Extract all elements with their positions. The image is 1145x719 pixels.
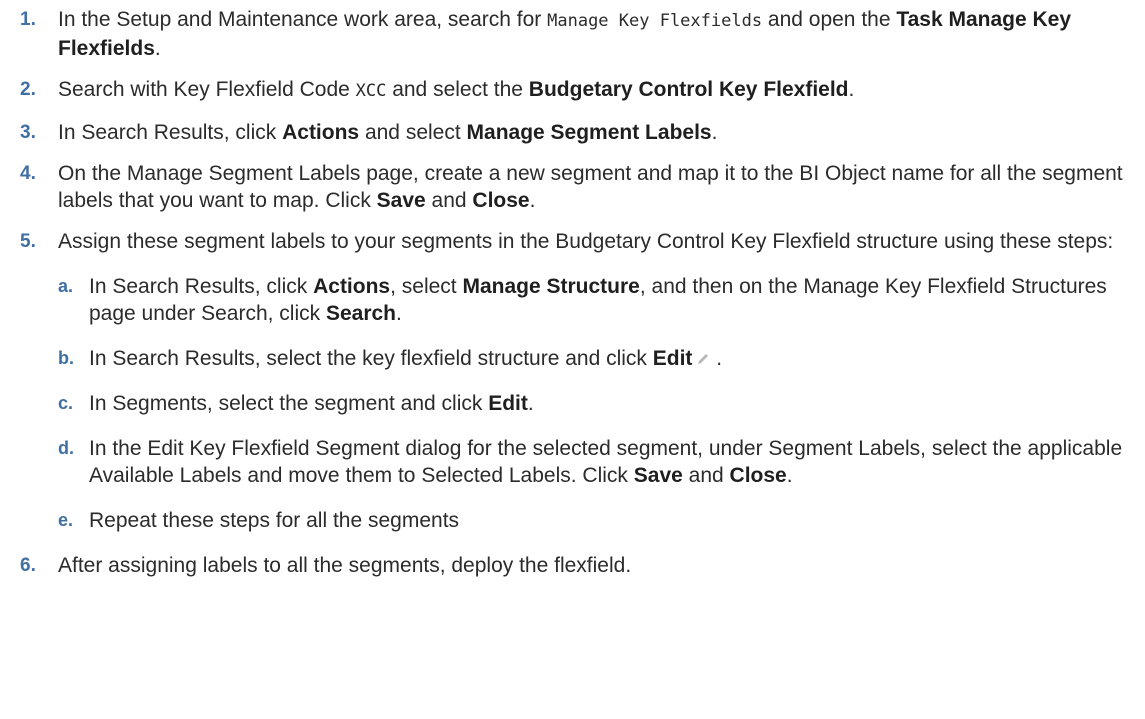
step-3: 3. In Search Results, click Actions and … (0, 119, 1145, 146)
step-number: 1. (20, 9, 36, 30)
substep-letter: c. (58, 393, 74, 413)
step-text: Assign these segment labels to your segm… (58, 230, 1114, 253)
step-text: , select (390, 275, 463, 298)
punctuation: . (396, 302, 402, 325)
ui-label-edit: Edit (652, 347, 693, 370)
ui-label-save: Save (376, 189, 426, 212)
step-6: 6. After assigning labels to all the seg… (0, 552, 1145, 579)
step-text: and (425, 189, 473, 212)
substep-c: c. In Segments, select the segment and c… (58, 390, 1135, 417)
step-number: 4. (20, 163, 36, 184)
punctuation: . (529, 189, 536, 212)
punctuation: . (527, 392, 534, 415)
punctuation: . (786, 464, 793, 487)
substeps: a. In Search Results, click Actions, sel… (58, 273, 1135, 534)
task-code: Manage Key Flexfields (547, 11, 763, 31)
step-text: Repeat these steps for all the segments (89, 509, 460, 532)
substep-letter: a. (58, 276, 74, 296)
step-5: 5. Assign these segment labels to your s… (0, 228, 1145, 534)
substep-b: b. In Search Results, select the key fle… (58, 345, 1135, 372)
punctuation: . (154, 37, 161, 60)
ui-label-close: Close (472, 189, 530, 212)
step-number: 2. (20, 79, 36, 100)
step-text: In Search Results, click (89, 275, 314, 298)
step-number: 6. (20, 555, 36, 576)
step-text: Search with Key Flexfield Code (58, 78, 356, 101)
ui-label-actions: Actions (282, 121, 360, 144)
step-2: 2. Search with Key Flexfield Code XCC an… (0, 76, 1145, 105)
ui-label-actions: Actions (313, 275, 391, 298)
step-text: and (682, 464, 730, 487)
substep-a: a. In Search Results, click Actions, sel… (58, 273, 1135, 327)
instruction-steps: 1. In the Setup and Maintenance work are… (0, 6, 1145, 593)
step-text: and open the (762, 8, 897, 31)
substep-letter: e. (58, 510, 74, 530)
step-text: and select the (386, 78, 529, 101)
ui-label-save: Save (633, 464, 683, 487)
flexfield-code: XCC (355, 81, 387, 101)
flexfield-name: Budgetary Control Key Flexfield (528, 78, 849, 101)
step-text: In the Edit Key Flexfield Segment dialog… (89, 437, 1123, 487)
ui-label-manage-structure: Manage Structure (462, 275, 640, 298)
ui-label-search: Search (325, 302, 397, 325)
step-text: On the Manage Segment Labels page, creat… (58, 162, 1123, 212)
step-number: 3. (20, 122, 36, 143)
punctuation: . (711, 121, 718, 144)
step-text: In Search Results, select the key flexfi… (89, 347, 653, 370)
step-text: In Search Results, click (58, 121, 283, 144)
substep-letter: d. (58, 438, 74, 458)
step-number: 5. (20, 231, 36, 252)
substep-letter: b. (58, 348, 74, 368)
substep-d: d. In the Edit Key Flexfield Segment dia… (58, 435, 1135, 489)
step-4: 4. On the Manage Segment Labels page, cr… (0, 160, 1145, 214)
step-text: After assigning labels to all the segmen… (58, 554, 632, 577)
pencil-icon (696, 346, 710, 364)
step-1: 1. In the Setup and Maintenance work are… (0, 6, 1145, 62)
punctuation: . (710, 347, 723, 370)
punctuation: . (848, 78, 855, 101)
substep-e: e. Repeat these steps for all the segmen… (58, 507, 1135, 534)
step-text: In the Setup and Maintenance work area, … (58, 8, 548, 31)
ui-label-edit: Edit (488, 392, 528, 415)
ui-label-manage-segment-labels: Manage Segment Labels (466, 121, 712, 144)
step-text: and select (359, 121, 467, 144)
ui-label-close: Close (729, 464, 787, 487)
step-text: In Segments, select the segment and clic… (89, 392, 489, 415)
